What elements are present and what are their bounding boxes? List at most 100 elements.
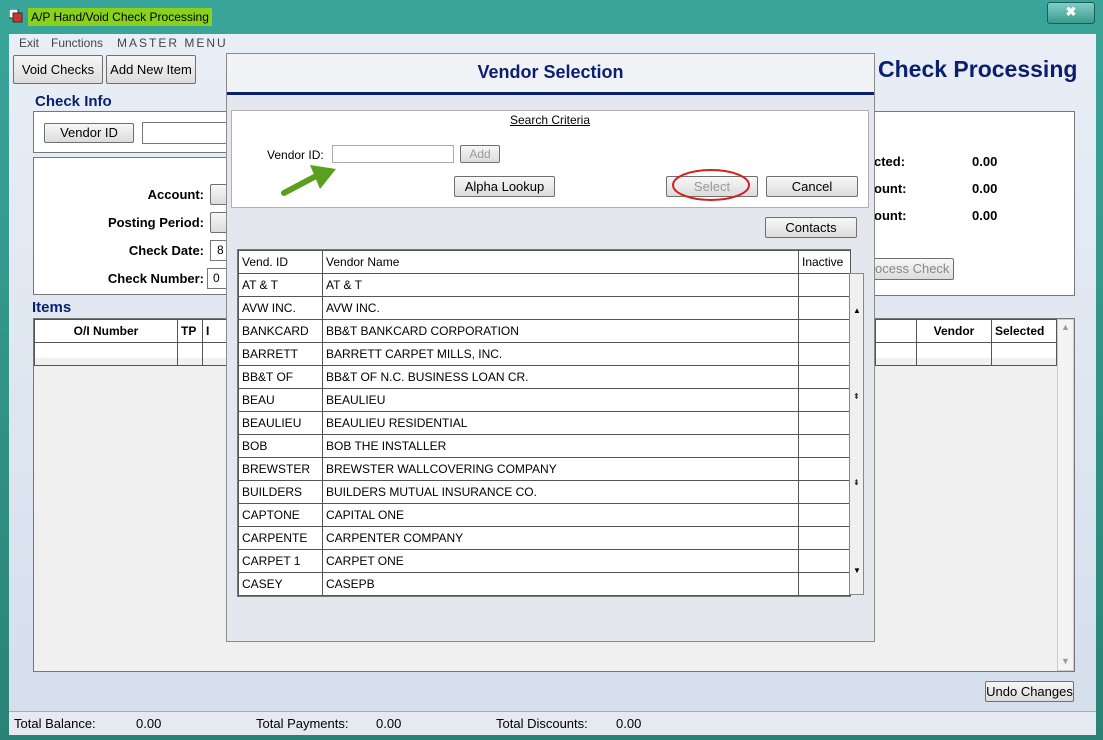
vendor-id-cell[interactable]: BB&T OF <box>238 365 323 389</box>
vendor-name-cell[interactable]: CARPENTER COMPANY <box>322 526 799 550</box>
process-check-button[interactable]: ocess Check <box>872 258 954 280</box>
vendor-id-input[interactable] <box>332 145 454 163</box>
cancel-button[interactable]: Cancel <box>766 176 858 197</box>
scroll-up-icon[interactable]: ▲ <box>853 306 861 315</box>
inactive-cell[interactable] <box>798 480 851 504</box>
col-oi-number[interactable]: O/I Number <box>34 319 178 343</box>
items-cell[interactable] <box>991 342 1057 366</box>
vendor-id-cell[interactable]: BREWSTER <box>238 457 323 481</box>
col-inactive[interactable]: Inactive <box>798 250 851 274</box>
vendor-row[interactable]: CAPTONE CAPITAL ONE <box>238 503 851 527</box>
vendor-name-cell[interactable]: BEAULIEU <box>322 388 799 412</box>
inactive-cell[interactable] <box>798 411 851 435</box>
col-tp[interactable]: TP <box>177 319 203 343</box>
total-balance-value: 0.00 <box>136 716 162 731</box>
inactive-cell[interactable] <box>798 549 851 573</box>
vendor-row[interactable]: BUILDERS BUILDERS MUTUAL INSURANCE CO. <box>238 480 851 504</box>
alpha-lookup-button[interactable]: Alpha Lookup <box>454 176 555 197</box>
inactive-cell[interactable] <box>798 526 851 550</box>
vendor-name-cell[interactable]: BREWSTER WALLCOVERING COMPANY <box>322 457 799 481</box>
vendor-id-cell[interactable]: BEAU <box>238 388 323 412</box>
scroll-down-icon[interactable]: ▼ <box>853 566 861 575</box>
inactive-cell[interactable] <box>798 342 851 366</box>
vendor-name-cell[interactable]: AT & T <box>322 273 799 297</box>
selected-value: 0.00 <box>972 154 998 169</box>
items-scrollbar[interactable]: ▲ ▼ <box>1057 319 1074 671</box>
vendor-name-cell[interactable]: BB&T OF N.C. BUSINESS LOAN CR. <box>322 365 799 389</box>
menu-master-menu[interactable]: MASTER MENU <box>117 36 228 50</box>
title-bar[interactable]: A/P Hand/Void Check Processing ✖ <box>0 0 1103 32</box>
vendor-id-cell[interactable]: CARPET 1 <box>238 549 323 573</box>
inactive-cell[interactable] <box>798 503 851 527</box>
vendor-name-cell[interactable]: BEAULIEU RESIDENTIAL <box>322 411 799 435</box>
col-vendor-name[interactable]: Vendor Name <box>322 250 799 274</box>
vendor-row[interactable]: BREWSTER BREWSTER WALLCOVERING COMPANY <box>238 457 851 481</box>
items-cell[interactable] <box>875 342 917 366</box>
vendor-row[interactable]: BANKCARD BB&T BANKCARD CORPORATION <box>238 319 851 343</box>
inactive-cell[interactable] <box>798 572 851 596</box>
page-up-icon[interactable]: ⇞ <box>853 392 860 401</box>
menu-functions[interactable]: Functions <box>51 36 103 50</box>
inactive-cell[interactable] <box>798 296 851 320</box>
menu-exit[interactable]: Exit <box>19 36 39 50</box>
close-button[interactable]: ✖ <box>1047 2 1095 24</box>
vendor-id-cell[interactable]: CAPTONE <box>238 503 323 527</box>
inactive-cell[interactable] <box>798 365 851 389</box>
vendor-id-cell[interactable]: BANKCARD <box>238 319 323 343</box>
vendor-id-cell[interactable]: CARPENTE <box>238 526 323 550</box>
inactive-cell[interactable] <box>798 319 851 343</box>
items-cell[interactable] <box>177 342 203 366</box>
scroll-down-icon[interactable]: ▼ <box>1061 656 1070 666</box>
search-criteria-panel: Search Criteria Vendor ID: Add Alpha Loo… <box>231 110 869 208</box>
vendor-name-cell[interactable]: BUILDERS MUTUAL INSURANCE CO. <box>322 480 799 504</box>
vendor-row[interactable]: BOB BOB THE INSTALLER <box>238 434 851 458</box>
vendor-id-cell[interactable]: AT & T <box>238 273 323 297</box>
vendor-id-cell[interactable]: BARRETT <box>238 342 323 366</box>
items-cell[interactable] <box>34 342 178 366</box>
page-down-icon[interactable]: ⇟ <box>853 478 860 487</box>
vendor-id-cell[interactable]: BUILDERS <box>238 480 323 504</box>
inactive-cell[interactable] <box>798 434 851 458</box>
inactive-cell[interactable] <box>798 457 851 481</box>
vendor-row[interactable]: AVW INC. AVW INC. <box>238 296 851 320</box>
vendor-row[interactable]: BEAU BEAULIEU <box>238 388 851 412</box>
void-checks-button[interactable]: Void Checks <box>13 55 103 84</box>
vendor-id-cell[interactable]: BEAULIEU <box>238 411 323 435</box>
vendor-name-cell[interactable]: CAPITAL ONE <box>322 503 799 527</box>
account-label: Account: <box>147 187 204 202</box>
vendor-table-scrollbar[interactable]: ▲ ⇞ ⇟ ▼ <box>849 273 864 595</box>
vendor-row[interactable]: CARPET 1 CARPET ONE <box>238 549 851 573</box>
vendor-id-field[interactable] <box>142 122 230 144</box>
vendor-row[interactable]: BB&T OF BB&T OF N.C. BUSINESS LOAN CR. <box>238 365 851 389</box>
inactive-cell[interactable] <box>798 388 851 412</box>
vendor-id-button[interactable]: Vendor ID <box>44 123 134 143</box>
col-selected[interactable]: Selected <box>991 319 1057 343</box>
vendor-row[interactable]: CARPENTE CARPENTER COMPANY <box>238 526 851 550</box>
col-vendor[interactable]: Vendor <box>916 319 992 343</box>
inactive-cell[interactable] <box>798 273 851 297</box>
vendor-name-cell[interactable]: BOB THE INSTALLER <box>322 434 799 458</box>
scroll-up-icon[interactable]: ▲ <box>1061 322 1070 332</box>
undo-changes-button[interactable]: Undo Changes <box>985 681 1074 702</box>
vendor-name-cell[interactable]: BARRETT CARPET MILLS, INC. <box>322 342 799 366</box>
items-cell[interactable] <box>202 342 228 366</box>
col-i[interactable]: I <box>202 319 228 343</box>
vendor-row[interactable]: BEAULIEU BEAULIEU RESIDENTIAL <box>238 411 851 435</box>
vendor-id-cell[interactable]: CASEY <box>238 572 323 596</box>
vendor-name-cell[interactable]: AVW INC. <box>322 296 799 320</box>
items-table-left: O/I Number TP I <box>34 319 228 366</box>
vendor-row[interactable]: AT & T AT & T <box>238 273 851 297</box>
col-vend-id[interactable]: Vend. ID <box>238 250 323 274</box>
vendor-row[interactable]: BARRETT BARRETT CARPET MILLS, INC. <box>238 342 851 366</box>
contacts-button[interactable]: Contacts <box>765 217 857 238</box>
total-discounts-label: Total Discounts: <box>496 716 588 731</box>
vendor-name-cell[interactable]: CARPET ONE <box>322 549 799 573</box>
vendor-id-cell[interactable]: AVW INC. <box>238 296 323 320</box>
add-button[interactable]: Add <box>460 145 500 163</box>
vendor-name-cell[interactable]: CASEPB <box>322 572 799 596</box>
vendor-row[interactable]: CASEY CASEPB <box>238 572 851 596</box>
vendor-name-cell[interactable]: BB&T BANKCARD CORPORATION <box>322 319 799 343</box>
items-cell[interactable] <box>916 342 992 366</box>
vendor-id-cell[interactable]: BOB <box>238 434 323 458</box>
add-new-item-button[interactable]: Add New Item <box>106 55 196 84</box>
